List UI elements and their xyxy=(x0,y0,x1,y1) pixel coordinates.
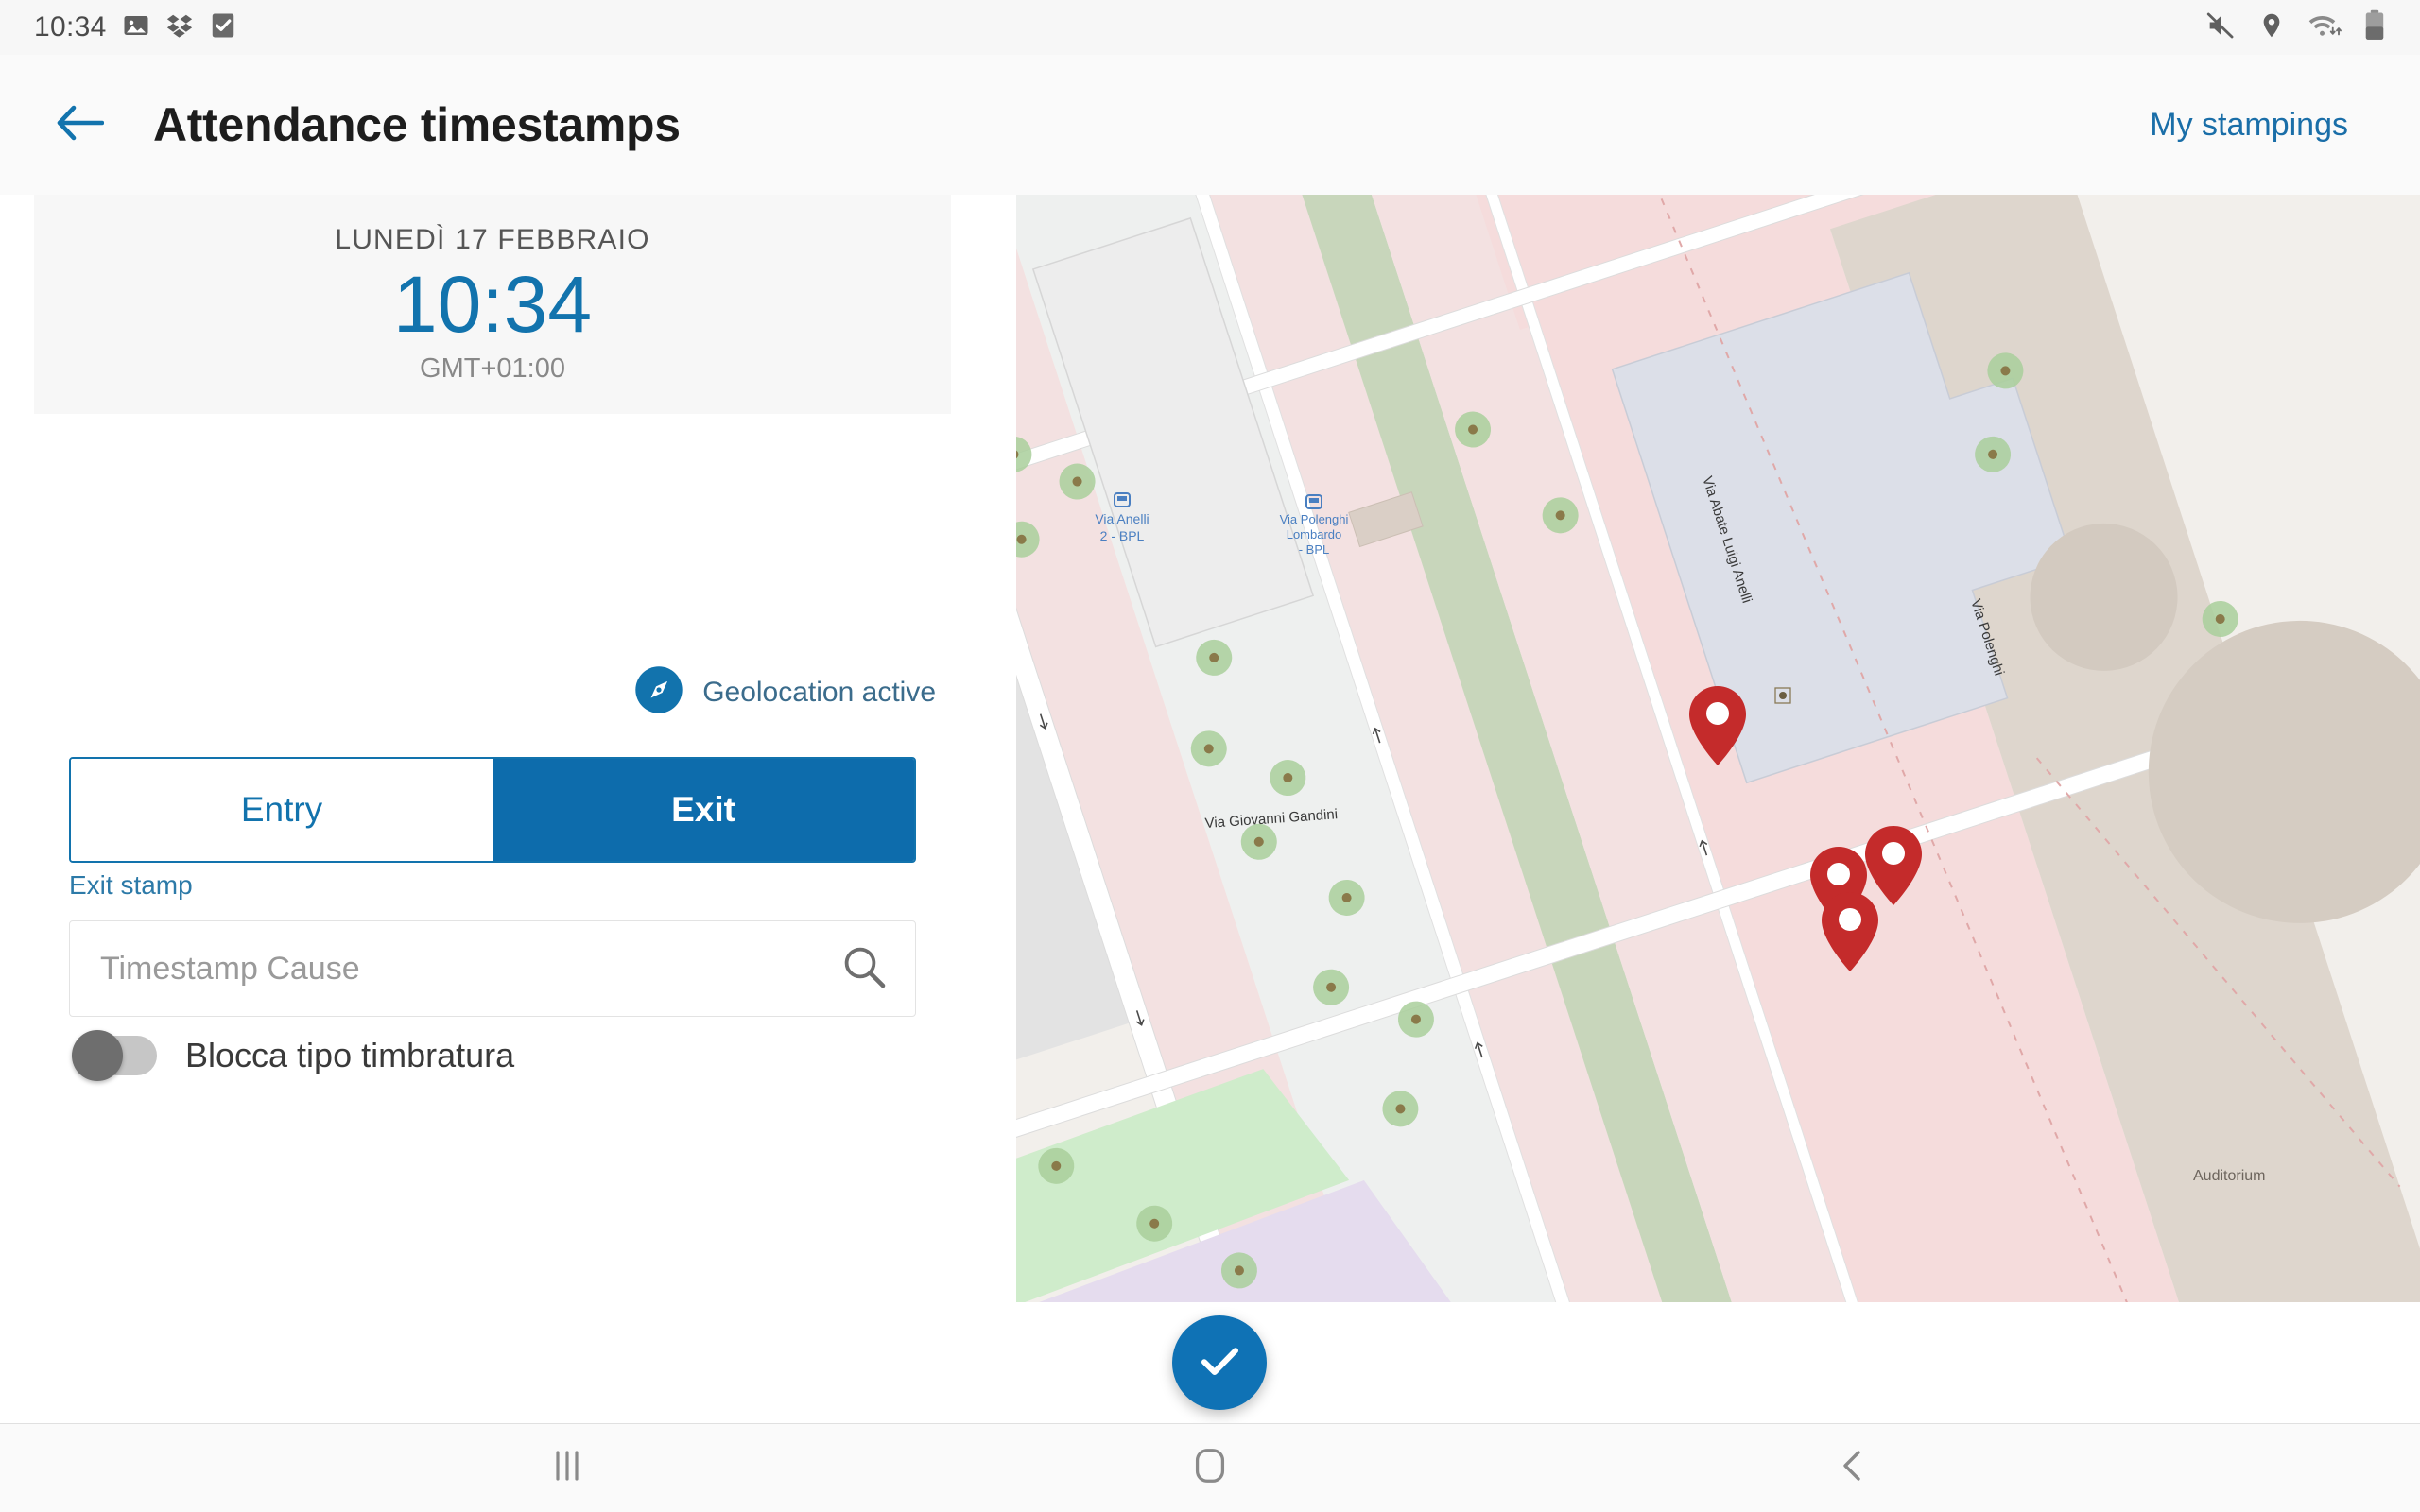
back-button[interactable] xyxy=(53,98,106,151)
wifi-icon xyxy=(2307,11,2342,44)
current-time: 10:34 xyxy=(392,260,593,350)
nav-home-button[interactable] xyxy=(1068,1424,1352,1512)
content-area: LUNEDÌ 17 FEBBRAIO 10:34 GMT+01:00 Geolo… xyxy=(0,195,2420,1302)
checkbox-icon xyxy=(209,11,237,44)
status-bar: 10:34 xyxy=(0,0,2420,55)
entry-tab[interactable]: Entry xyxy=(71,759,493,861)
confirm-stamp-button[interactable] xyxy=(1172,1315,1267,1410)
status-bar-left: 10:34 xyxy=(34,11,237,44)
geolocation-label: Geolocation active xyxy=(702,676,936,708)
map-canvas: Via Abate Luigi Anelli Via Polenghi Via … xyxy=(1016,195,2420,1302)
lock-stamp-type-toggle[interactable] xyxy=(72,1030,157,1081)
stamp-field-label: Exit stamp xyxy=(69,870,193,900)
lock-stamp-type-label: Blocca tipo timbratura xyxy=(185,1036,515,1074)
svg-text:Lombardo: Lombardo xyxy=(1287,527,1342,541)
gallery-icon xyxy=(122,11,150,44)
page-title: Attendance timestamps xyxy=(153,98,681,151)
status-bar-clock: 10:34 xyxy=(34,11,107,43)
svg-text:- BPL: - BPL xyxy=(1299,542,1330,557)
home-icon xyxy=(1188,1444,1232,1492)
battery-icon xyxy=(2363,9,2386,46)
location-icon xyxy=(2257,11,2286,44)
toggle-knob xyxy=(72,1030,123,1081)
nav-recents-button[interactable] xyxy=(425,1424,709,1512)
dropbox-icon xyxy=(165,11,194,44)
android-nav-bar xyxy=(0,1424,2420,1512)
svg-text:Via Polenghi: Via Polenghi xyxy=(1280,512,1349,526)
nav-back-button[interactable] xyxy=(1711,1424,1995,1512)
geolocation-status: Geolocation active xyxy=(634,665,936,719)
current-time-card: LUNEDÌ 17 FEBBRAIO 10:34 GMT+01:00 xyxy=(34,195,951,414)
status-bar-right xyxy=(2204,9,2386,46)
exit-tab[interactable]: Exit xyxy=(493,759,914,861)
map-view[interactable]: Via Abate Luigi Anelli Via Polenghi Via … xyxy=(1016,195,2420,1302)
timestamp-cause-input[interactable] xyxy=(100,950,839,988)
current-date: LUNEDÌ 17 FEBBRAIO xyxy=(335,224,650,256)
svg-text:Via Anelli: Via Anelli xyxy=(1095,511,1149,526)
my-stampings-link[interactable]: My stampings xyxy=(2150,107,2367,144)
search-icon[interactable] xyxy=(839,942,889,996)
compass-icon xyxy=(634,665,683,719)
stamp-type-segmented-control: Entry Exit xyxy=(69,757,916,863)
mute-icon xyxy=(2204,9,2237,46)
arrow-left-icon xyxy=(55,104,105,146)
check-icon xyxy=(1195,1336,1244,1390)
map-label-auditorium: Auditorium xyxy=(2193,1168,2265,1184)
street-label-via-sar: Via Sar xyxy=(1052,195,1098,197)
recents-icon xyxy=(546,1445,588,1491)
timezone-label: GMT+01:00 xyxy=(420,352,565,384)
timestamp-cause-field[interactable] xyxy=(69,920,916,1017)
app-bar: Attendance timestamps My stampings xyxy=(0,55,2420,195)
app-screen: 10:34 Attendance timestamps My stampings… xyxy=(0,0,2420,1512)
svg-text:2 - BPL: 2 - BPL xyxy=(1100,528,1145,543)
lock-stamp-type-row[interactable]: Blocca tipo timbratura xyxy=(72,1030,515,1081)
timestamp-panel: LUNEDÌ 17 FEBBRAIO 10:34 GMT+01:00 Geolo… xyxy=(0,195,1016,1302)
back-chevron-icon xyxy=(1833,1446,1873,1490)
